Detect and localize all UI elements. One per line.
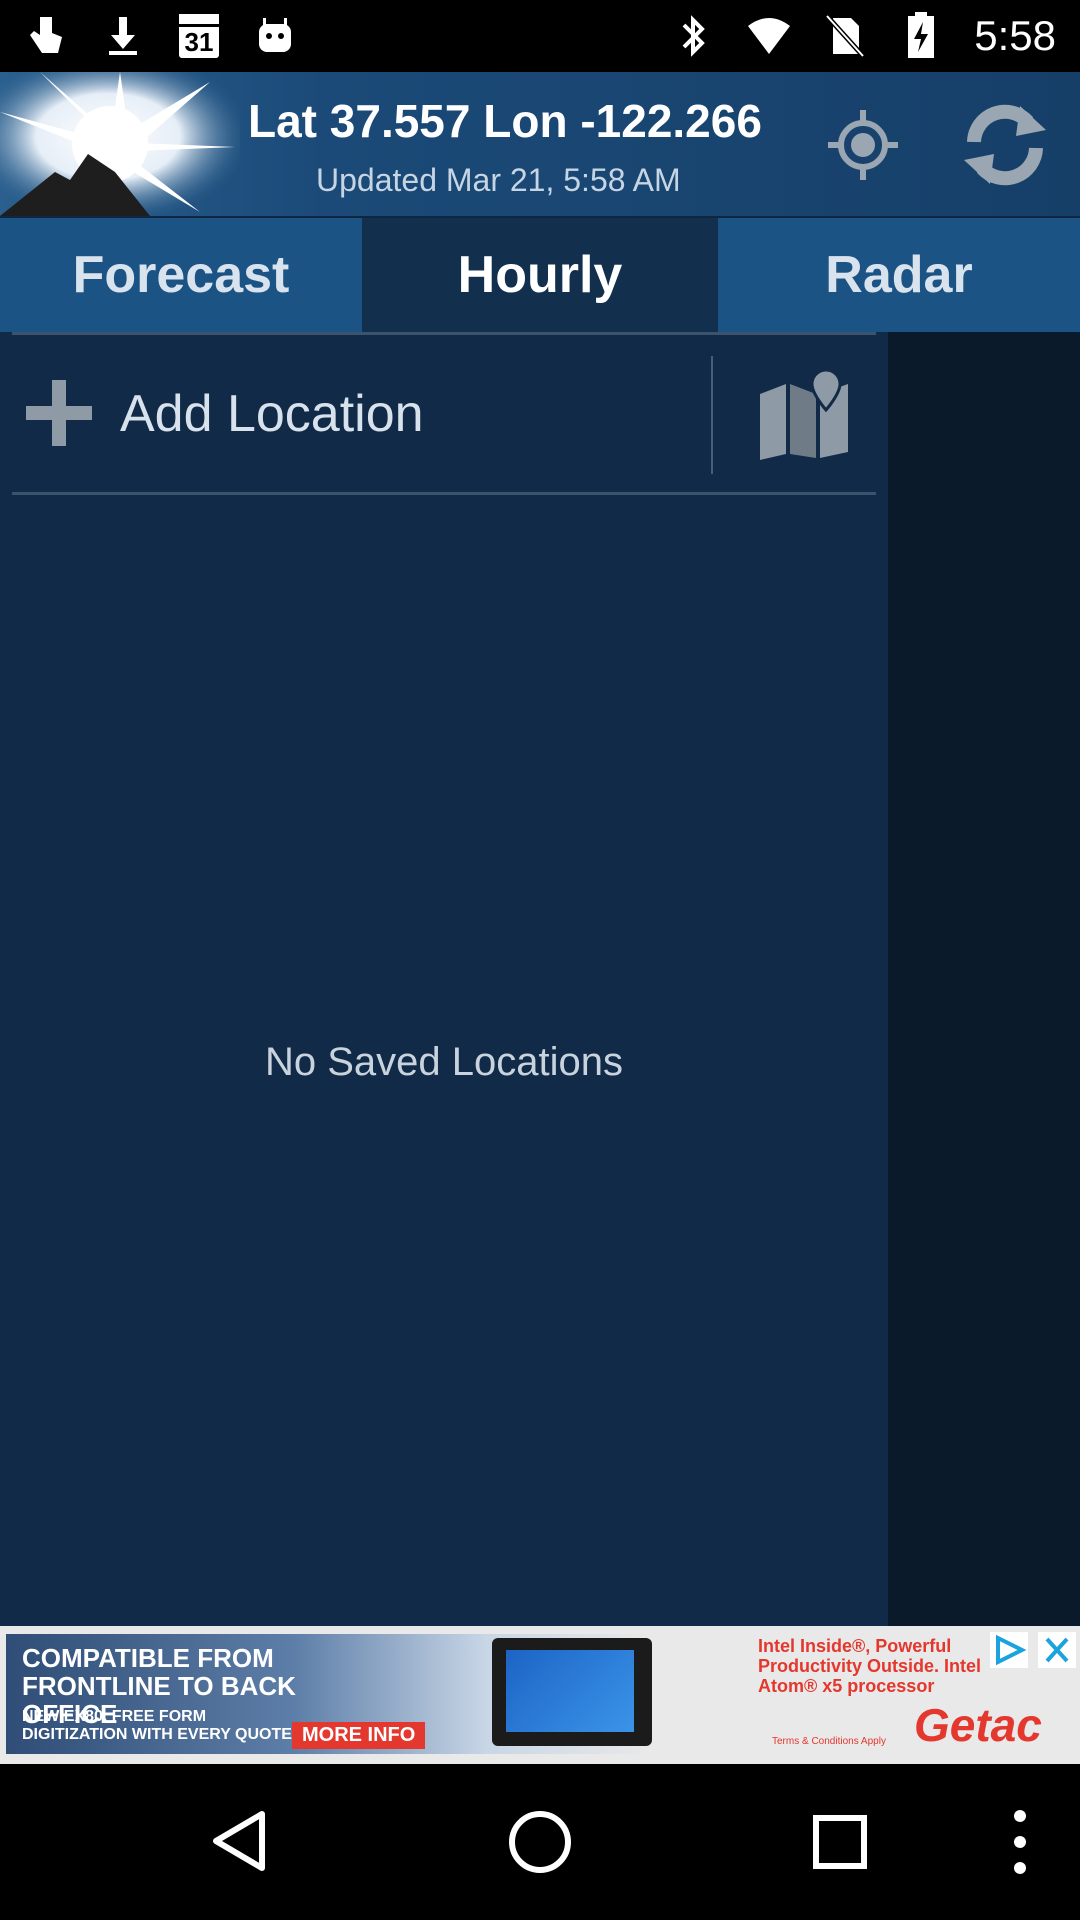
refresh-icon[interactable] — [958, 100, 1052, 190]
plus-icon — [24, 378, 94, 448]
location-title: Lat 37.557 Lon -122.266 — [248, 95, 762, 147]
map-icon[interactable] — [756, 368, 852, 460]
recents-icon[interactable] — [812, 1814, 868, 1870]
ad-image[interactable]: COMPATIBLE FROM FRONTLINE TO BACK OFFICE… — [6, 1634, 652, 1754]
divider — [12, 492, 876, 495]
clock: 5:58 — [974, 12, 1056, 59]
content-scrim[interactable] — [888, 332, 1080, 1626]
navigation-bar — [0, 1764, 1080, 1920]
bluetooth-icon — [670, 10, 716, 62]
app-header: Lat 37.557 Lon -122.266 Updated Mar 21, … — [0, 72, 1080, 216]
tab-bar: Forecast Hourly Radar — [0, 218, 1080, 332]
tab-forecast[interactable]: Forecast — [0, 218, 362, 332]
overflow-menu-icon[interactable] — [1000, 1808, 1040, 1876]
divider — [12, 332, 876, 335]
no-sim-icon — [822, 10, 868, 62]
touch-icon — [24, 10, 70, 62]
updated-timestamp: Updated Mar 21, 5:58 AM — [316, 162, 681, 198]
ad-brand: Getac — [914, 1699, 1042, 1751]
calendar-day: 31 — [179, 14, 219, 58]
ad-close-icon[interactable] — [1038, 1632, 1076, 1668]
status-bar: 31 5:58 — [0, 0, 1080, 72]
tab-hourly[interactable]: Hourly — [362, 218, 718, 332]
gps-icon[interactable] — [826, 108, 900, 182]
locations-drawer: Add Location No Saved Locations — [0, 332, 888, 1626]
ad-more-info-button[interactable]: MORE INFO — [292, 1722, 426, 1749]
empty-state-message: No Saved Locations — [264, 1040, 623, 1084]
ad-subline: NEW EX80. FREE FORM DIGITIZATION WITH EV… — [22, 1708, 292, 1743]
divider — [711, 356, 713, 474]
add-location-label: Add Location — [120, 385, 424, 443]
battery-charging-icon — [898, 10, 944, 62]
ad-choices-icon[interactable] — [990, 1632, 1028, 1668]
add-location-row[interactable]: Add Location — [12, 352, 876, 474]
tab-radar[interactable]: Radar — [718, 218, 1080, 332]
wifi-icon — [746, 10, 792, 62]
ad-intel-text: Intel Inside®, Powerful Productivity Out… — [758, 1636, 982, 1696]
back-icon[interactable] — [208, 1808, 274, 1874]
home-icon[interactable] — [506, 1808, 574, 1876]
sun-mountain-logo — [0, 72, 240, 216]
download-icon — [100, 10, 146, 62]
tablet-image — [492, 1638, 652, 1746]
calendar-icon: 31 — [176, 10, 222, 62]
ad-banner[interactable]: COMPATIBLE FROM FRONTLINE TO BACK OFFICE… — [0, 1626, 1080, 1764]
ad-terms: Terms & Conditions Apply — [772, 1736, 886, 1747]
android-icon — [252, 10, 298, 62]
